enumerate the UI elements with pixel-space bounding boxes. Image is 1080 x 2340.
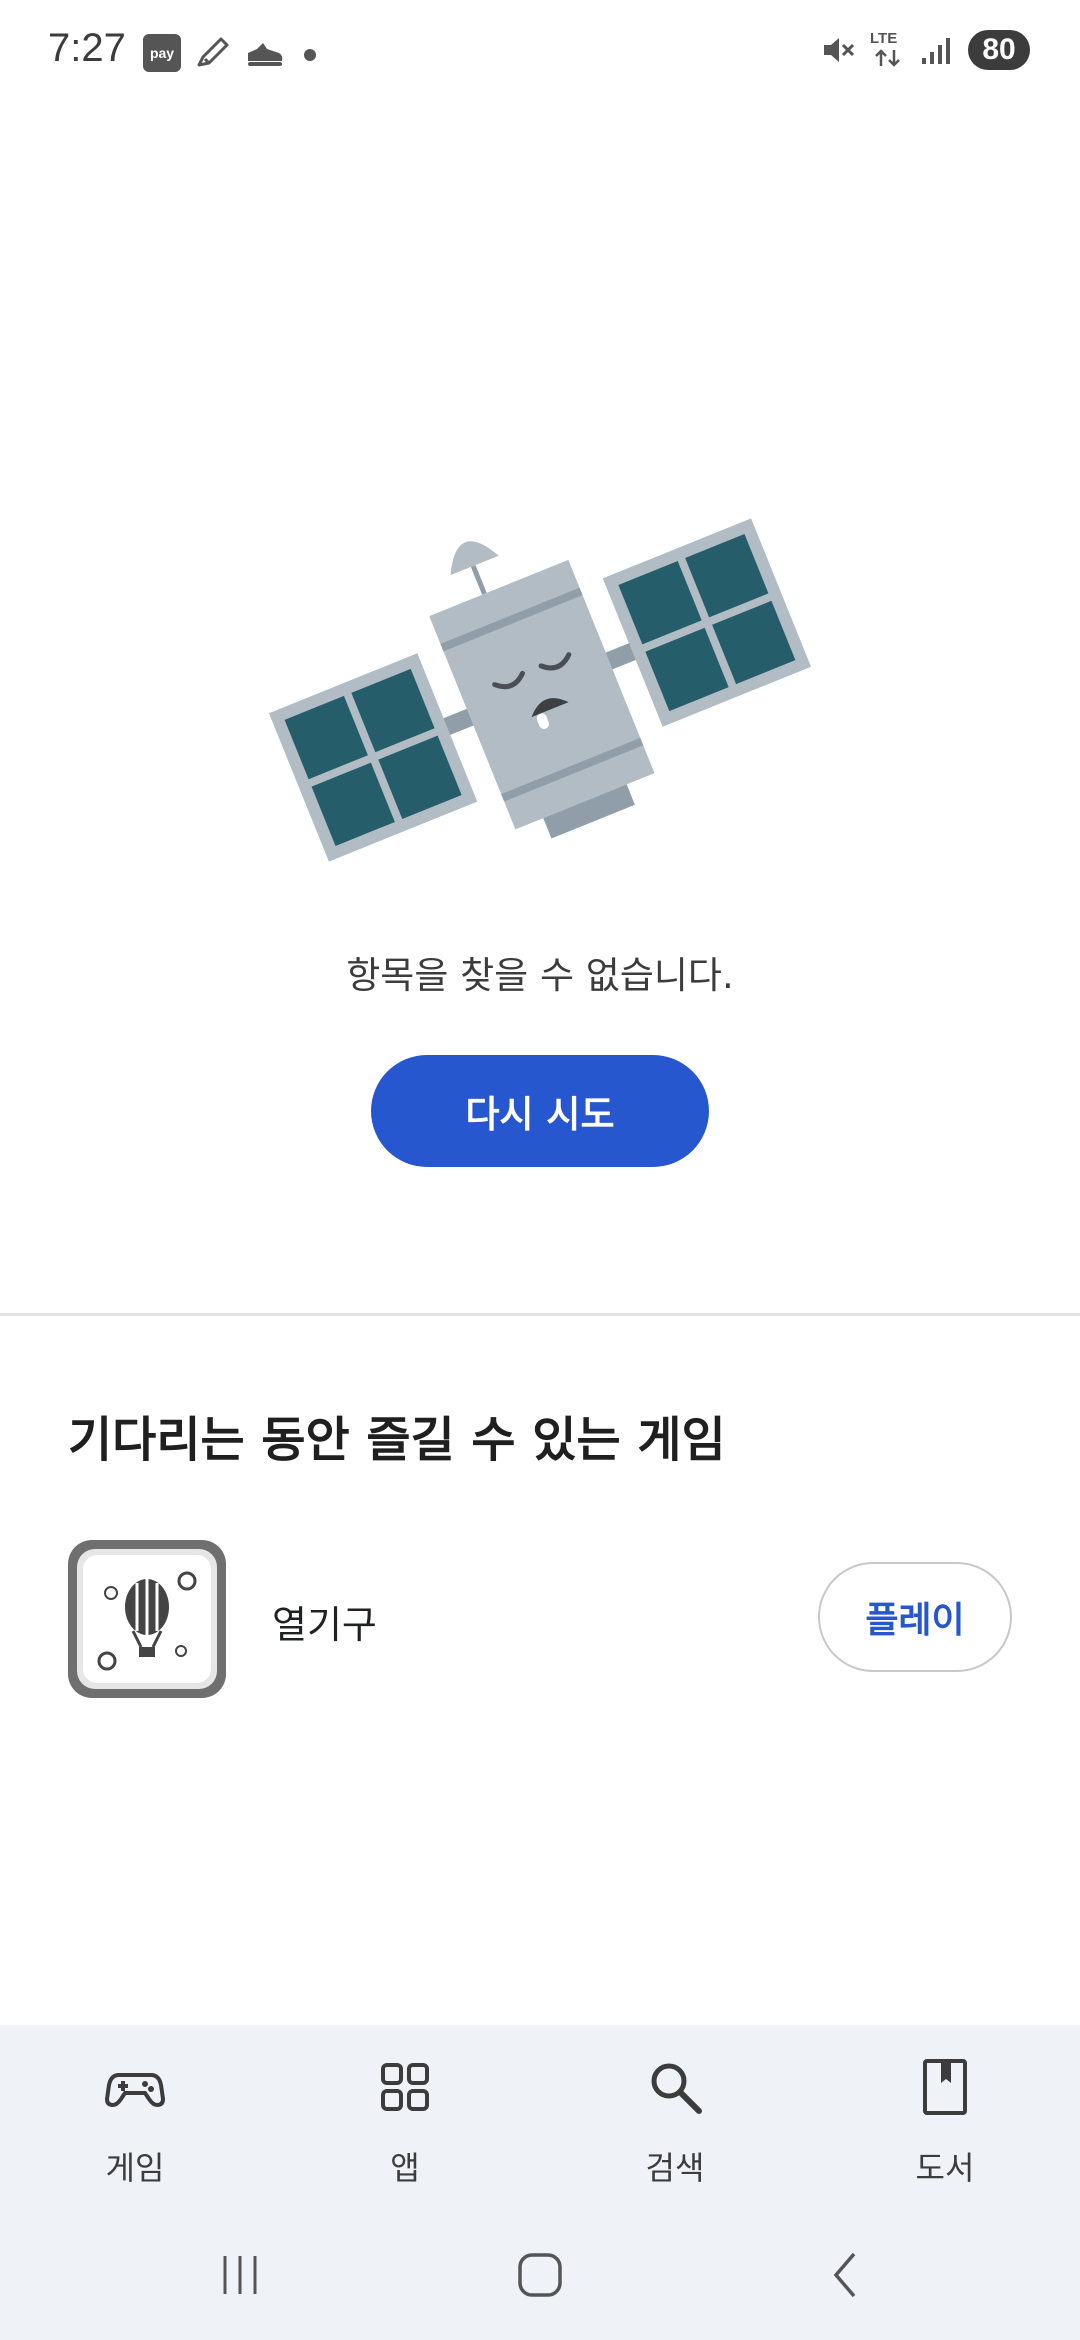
apps-grid-icon (381, 2063, 429, 2111)
back-icon (833, 2252, 856, 2298)
section-divider (0, 1313, 1080, 1316)
lte-icon: LTE (870, 30, 906, 70)
retry-button[interactable]: 다시 시도 (371, 1055, 709, 1167)
status-time: 7:27 (48, 26, 126, 70)
balloon-graphic (97, 1571, 197, 1671)
sleeping-satellite-illustration (268, 518, 812, 862)
data-arrows-icon (875, 49, 900, 67)
recent-apps-button[interactable] (180, 2225, 300, 2325)
nav-item-books[interactable]: 도서 (810, 2025, 1080, 2215)
system-navigation-bar (0, 2225, 1080, 2325)
status-left-icons: pay (143, 34, 321, 72)
nav-label-games: 게임 (105, 2149, 165, 2187)
empty-message: 항목을 찾을 수 없습니다. (346, 954, 734, 997)
section-title: 기다리는 동안 즐길 수 있는 게임 (68, 1412, 726, 1468)
nav-label-search: 검색 (645, 2149, 705, 2187)
nav-item-apps[interactable]: 앱 (270, 2025, 540, 2215)
home-button[interactable] (480, 2225, 600, 2325)
dot-icon (304, 49, 316, 61)
home-icon (518, 2253, 562, 2297)
book-icon (923, 2059, 967, 2115)
battery-icon: 80 (968, 30, 1030, 70)
hot-air-balloon-icon[interactable] (68, 1540, 226, 1698)
back-button[interactable] (785, 2225, 905, 2325)
nav-item-games[interactable]: 게임 (0, 2025, 270, 2215)
shoe-icon (248, 43, 283, 66)
pen-icon (197, 37, 229, 67)
game-name: 열기구 (272, 1603, 377, 1647)
status-bar: 7:27 pay LTE 80 (0, 0, 1080, 110)
play-button[interactable]: 플레이 (818, 1562, 1012, 1672)
recent-apps-icon (223, 2256, 257, 2294)
nav-label-books: 도서 (915, 2149, 975, 2187)
status-right-icons: LTE 80 (820, 30, 1030, 70)
network-type: LTE (870, 30, 898, 47)
mute-icon (824, 38, 855, 62)
pay-icon: pay (143, 34, 181, 72)
gamepad-icon (105, 2073, 165, 2108)
signal-icon (922, 38, 950, 64)
game-list-item[interactable]: 열기구 플레이 (0, 1540, 1080, 1700)
nav-item-search[interactable]: 검색 (540, 2025, 810, 2215)
search-icon (651, 2063, 702, 2114)
nav-label-apps: 앱 (390, 2149, 420, 2187)
